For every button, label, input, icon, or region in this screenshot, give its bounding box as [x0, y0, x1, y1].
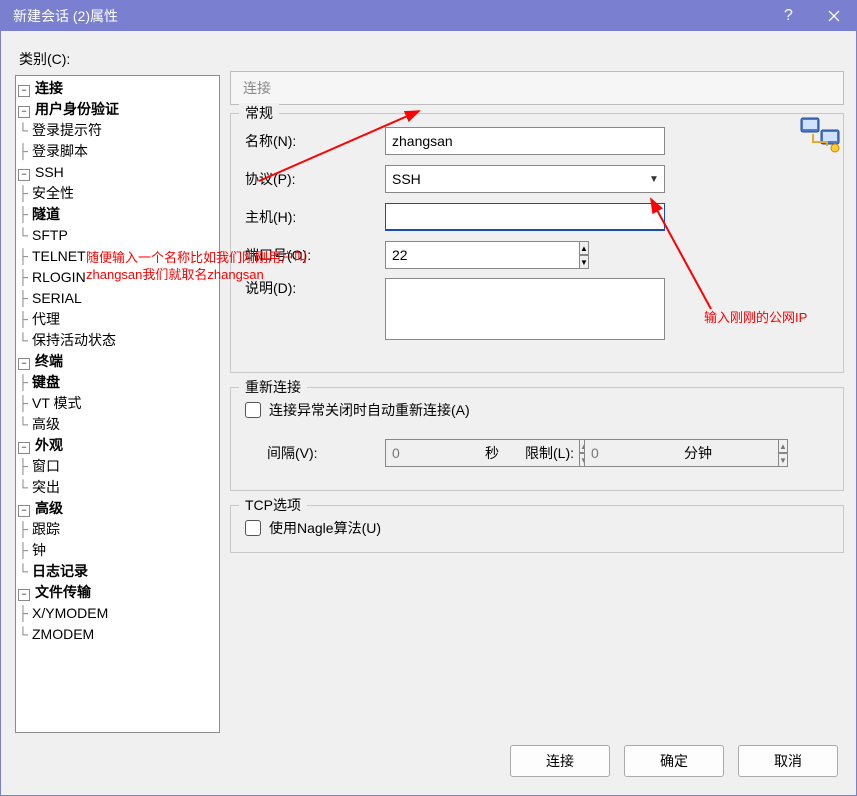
spin-down-icon[interactable]: ▼ — [579, 255, 589, 269]
limit-input[interactable] — [584, 439, 779, 467]
tree-ssh[interactable]: SSH — [33, 164, 66, 180]
limit-spinner[interactable]: ▲▼ — [584, 439, 674, 467]
tree-zmodem[interactable]: ZMODEM — [30, 626, 96, 642]
tree-appearance[interactable]: 外观 — [33, 437, 65, 453]
interval-spinner[interactable]: ▲▼ — [385, 439, 475, 467]
limit-label: 限制(L): — [525, 443, 574, 463]
interval-label: 间隔(V): — [245, 443, 385, 463]
protocol-label: 协议(P): — [245, 169, 385, 189]
group-general-title: 常规 — [239, 103, 279, 123]
tree-sftp[interactable]: SFTP — [30, 227, 70, 243]
group-general: 常规 名称(N): — [230, 113, 844, 373]
desc-label: 说明(D): — [245, 278, 385, 298]
help-button[interactable]: ? — [766, 1, 811, 31]
protocol-value: SSH — [386, 171, 644, 187]
spin-up-icon[interactable]: ▲ — [778, 439, 788, 453]
tree-trace[interactable]: 跟踪 — [30, 521, 62, 537]
nagle-checkbox[interactable]: 使用Nagle算法(U) — [245, 518, 829, 538]
tree-toggle[interactable] — [18, 85, 30, 97]
spin-up-icon[interactable]: ▲ — [579, 241, 589, 255]
checkbox-icon — [245, 402, 261, 418]
tree-file-transfer[interactable]: 文件传输 — [33, 584, 93, 600]
tree-security[interactable]: 安全性 — [30, 185, 76, 201]
limit-unit: 分钟 — [684, 443, 712, 463]
category-label: 类别(C): — [19, 49, 220, 69]
close-icon — [828, 10, 840, 22]
dialog-window: 新建会话 (2)属性 ? 类别(C): 连接 用户身份验证 └登录提示符 — [0, 0, 857, 796]
dialog-footer: 连接 确定 取消 — [15, 733, 844, 783]
spin-down-icon[interactable]: ▼ — [778, 453, 788, 467]
tree-advanced-t[interactable]: 高级 — [30, 416, 62, 432]
tree-toggle[interactable] — [18, 589, 30, 601]
group-reconnect: 重新连接 连接异常关闭时自动重新连接(A) 间隔(V): ▲▼ 秒 限制(L): — [230, 387, 844, 491]
protocol-dropdown[interactable]: SSH ▼ — [385, 165, 665, 193]
host-input[interactable] — [385, 203, 665, 231]
tree-telnet[interactable]: TELNET — [30, 248, 88, 264]
group-tcp: TCP选项 使用Nagle算法(U) — [230, 505, 844, 553]
tree-vt-mode[interactable]: VT 模式 — [30, 395, 84, 411]
name-input[interactable] — [385, 127, 665, 155]
tree-login-script[interactable]: 登录脚本 — [30, 143, 90, 159]
tree-toggle[interactable] — [18, 442, 30, 454]
port-input[interactable] — [385, 241, 580, 269]
category-tree[interactable]: 连接 用户身份验证 └登录提示符 ├登录脚本 SSH — [15, 75, 220, 733]
tree-connection[interactable]: 连接 — [33, 80, 65, 96]
tree-bell[interactable]: 钟 — [30, 542, 48, 558]
tree-toggle[interactable] — [18, 106, 30, 118]
nagle-label: 使用Nagle算法(U) — [269, 518, 381, 538]
chevron-down-icon: ▼ — [644, 174, 664, 185]
interval-unit: 秒 — [485, 443, 499, 463]
desc-textarea[interactable] — [385, 278, 665, 340]
tree-login-prompt[interactable]: 登录提示符 — [30, 122, 104, 138]
tree-xymodem[interactable]: X/YMODEM — [30, 605, 110, 621]
tree-toggle[interactable] — [18, 169, 30, 181]
tree-toggle[interactable] — [18, 505, 30, 517]
tree-toggle[interactable] — [18, 358, 30, 370]
host-label: 主机(H): — [245, 207, 385, 227]
tree-highlight[interactable]: 突出 — [30, 479, 62, 495]
tree-advanced[interactable]: 高级 — [33, 500, 65, 516]
titlebar: 新建会话 (2)属性 ? — [1, 1, 856, 31]
group-tcp-title: TCP选项 — [239, 495, 307, 515]
breadcrumb: 连接 — [230, 71, 844, 105]
tree-rlogin[interactable]: RLOGIN — [30, 269, 88, 285]
reconnect-checkbox[interactable]: 连接异常关闭时自动重新连接(A) — [245, 400, 829, 420]
tree-logging[interactable]: 日志记录 — [30, 563, 90, 579]
cancel-button[interactable]: 取消 — [738, 745, 838, 777]
close-button[interactable] — [811, 1, 856, 31]
checkbox-icon — [245, 520, 261, 536]
connect-button[interactable]: 连接 — [510, 745, 610, 777]
tree-serial[interactable]: SERIAL — [30, 290, 84, 306]
tree-proxy[interactable]: 代理 — [30, 311, 62, 327]
name-label: 名称(N): — [245, 131, 385, 151]
tree-user-auth[interactable]: 用户身份验证 — [33, 101, 121, 117]
tree-window[interactable]: 窗口 — [30, 458, 62, 474]
window-title: 新建会话 (2)属性 — [13, 6, 766, 26]
tree-tunnel[interactable]: 隧道 — [30, 206, 62, 222]
tree-keyboard[interactable]: 键盘 — [30, 374, 62, 390]
port-spinner[interactable]: ▲▼ — [385, 241, 465, 269]
tree-keepalive[interactable]: 保持活动状态 — [30, 332, 118, 348]
group-reconnect-title: 重新连接 — [239, 377, 307, 397]
reconnect-label: 连接异常关闭时自动重新连接(A) — [269, 400, 470, 420]
ok-button[interactable]: 确定 — [624, 745, 724, 777]
tree-terminal[interactable]: 终端 — [33, 353, 65, 369]
port-label: 端口号(O): — [245, 245, 385, 265]
